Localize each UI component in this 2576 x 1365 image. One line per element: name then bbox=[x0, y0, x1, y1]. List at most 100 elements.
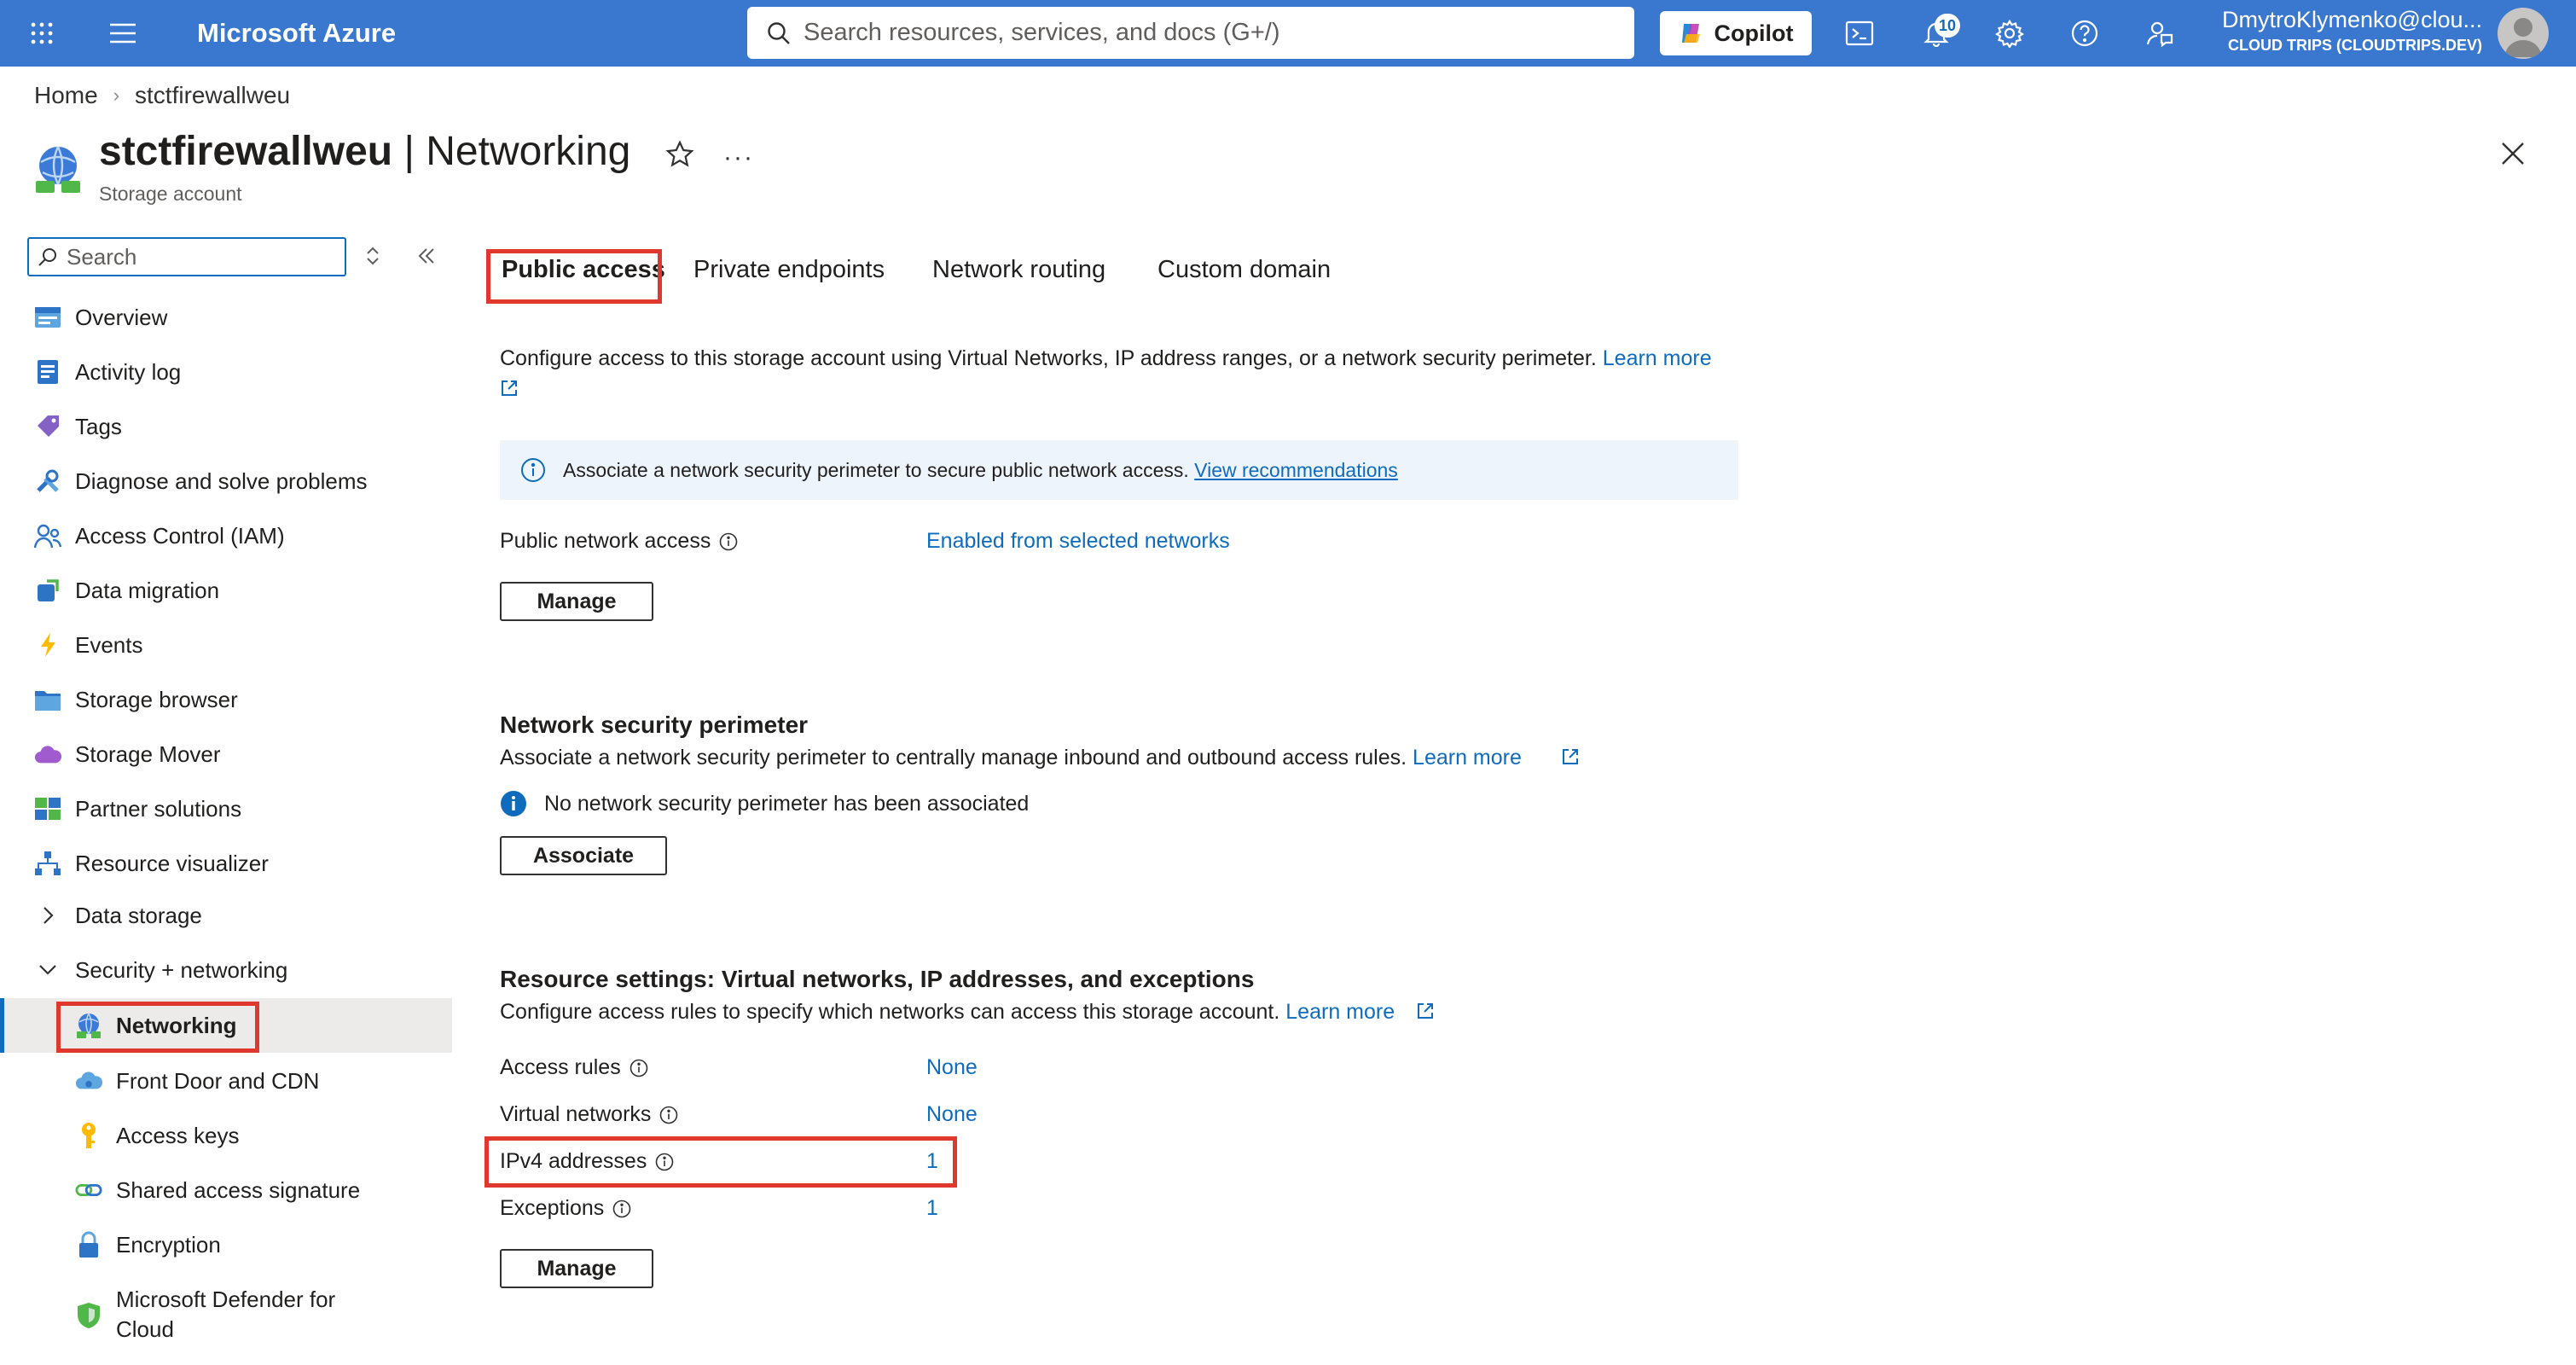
sidebar-item-access-keys[interactable]: Access keys bbox=[0, 1108, 452, 1163]
sidebar-item-label: Partner solutions bbox=[75, 795, 242, 822]
more-options-icon[interactable]: ··· bbox=[723, 143, 754, 172]
sidebar-group-label: Data storage bbox=[75, 902, 202, 928]
tab-public-access[interactable]: Public access bbox=[502, 256, 665, 284]
nsp-learn-more-link[interactable]: Learn more bbox=[1413, 746, 1522, 770]
sidebar-item-iam[interactable]: Access Control (IAM) bbox=[0, 508, 452, 563]
sidebar-search-field[interactable] bbox=[67, 243, 322, 270]
view-recommendations-link[interactable]: View recommendations bbox=[1194, 459, 1398, 481]
sidebar-item-front-door-cdn[interactable]: Front Door and CDN bbox=[0, 1054, 452, 1108]
key-icon bbox=[75, 1122, 102, 1149]
sidebar-item-defender[interactable]: Microsoft Defender for Cloud bbox=[0, 1281, 452, 1350]
sidebar-group-security-networking[interactable]: Security + networking bbox=[0, 943, 452, 997]
page-title: stctfirewallweu | Networking bbox=[99, 128, 630, 175]
resource-type-subtitle: Storage account bbox=[99, 183, 242, 205]
app-launcher-icon[interactable] bbox=[19, 0, 65, 67]
brand-title[interactable]: Microsoft Azure bbox=[197, 0, 396, 67]
sidebar-item-storage-browser[interactable]: Storage browser bbox=[0, 672, 452, 727]
sidebar-item-tags[interactable]: Tags bbox=[0, 399, 452, 454]
manage-public-access-button[interactable]: Manage bbox=[500, 582, 653, 621]
sidebar-item-partner-solutions[interactable]: Partner solutions bbox=[0, 781, 452, 836]
exceptions-value[interactable]: 1 bbox=[926, 1196, 938, 1221]
access-rules-label: Access rules bbox=[500, 1055, 648, 1080]
networking-icon bbox=[75, 1012, 102, 1039]
breadcrumb-current[interactable]: stctfirewallweu bbox=[135, 82, 290, 109]
cloud-shell-icon[interactable] bbox=[1842, 0, 1877, 67]
info-icon[interactable] bbox=[719, 532, 738, 551]
user-tenant: CLOUD TRIPS (CLOUDTRIPS.DEV) bbox=[2227, 37, 2482, 54]
associate-button[interactable]: Associate bbox=[500, 836, 667, 875]
row-label-text: IPv4 addresses bbox=[500, 1149, 647, 1173]
nsp-description: Associate a network security perimeter t… bbox=[500, 746, 1522, 770]
sidebar-item-overview[interactable]: Overview bbox=[0, 290, 452, 345]
hamburger-menu-icon[interactable] bbox=[104, 0, 142, 67]
tab-network-routing[interactable]: Network routing bbox=[932, 256, 1105, 284]
breadcrumb-home[interactable]: Home bbox=[34, 82, 98, 109]
public-network-access-value[interactable]: Enabled from selected networks bbox=[926, 529, 1230, 554]
info-icon[interactable] bbox=[659, 1106, 678, 1124]
manage-resource-settings-button[interactable]: Manage bbox=[500, 1249, 653, 1288]
intro-learn-more-link[interactable]: Learn more bbox=[1603, 346, 1712, 370]
tag-icon bbox=[34, 413, 61, 440]
sidebar-item-label: Access keys bbox=[116, 1122, 240, 1148]
info-circle-icon bbox=[520, 457, 546, 483]
sidebar-item-data-migration[interactable]: Data migration bbox=[0, 563, 452, 618]
banner-message: Associate a network security perimeter t… bbox=[563, 458, 1189, 481]
sidebar-search-input[interactable] bbox=[27, 237, 346, 276]
info-icon[interactable] bbox=[612, 1199, 631, 1218]
tab-custom-domain[interactable]: Custom domain bbox=[1157, 256, 1331, 284]
resource-settings-description: Configure access rules to specify which … bbox=[500, 1000, 1395, 1025]
help-icon[interactable] bbox=[2068, 0, 2102, 67]
tab-private-endpoints[interactable]: Private endpoints bbox=[693, 256, 885, 284]
intro-description: Configure access to this storage account… bbox=[500, 346, 1597, 370]
account-menu[interactable]: DmytroKlymenko@clou... CLOUD TRIPS (CLOU… bbox=[2184, 7, 2482, 55]
people-icon bbox=[34, 522, 61, 549]
sidebar-item-networking[interactable]: Networking bbox=[0, 998, 452, 1053]
sidebar-item-diagnose[interactable]: Diagnose and solve problems bbox=[0, 454, 452, 508]
nsp-status-text: No network security perimeter has been a… bbox=[544, 792, 1030, 816]
info-icon[interactable] bbox=[629, 1059, 648, 1077]
copilot-button[interactable]: Copilot bbox=[1660, 11, 1812, 55]
external-link-icon[interactable] bbox=[1561, 747, 1580, 770]
sidebar-item-label-line2: Cloud bbox=[116, 1316, 174, 1342]
intro-text: Configure access to this storage account… bbox=[500, 346, 1712, 371]
sidebar-item-label: Microsoft Defender for bbox=[116, 1287, 336, 1312]
settings-gear-icon[interactable] bbox=[1993, 0, 2027, 67]
collapse-sidebar-icon[interactable] bbox=[415, 244, 438, 272]
external-link-icon[interactable] bbox=[1416, 1002, 1435, 1025]
sidebar-group-label: Security + networking bbox=[75, 956, 288, 983]
virtual-networks-label: Virtual networks bbox=[500, 1102, 678, 1127]
avatar[interactable] bbox=[2498, 8, 2549, 59]
sidebar-group-data-storage[interactable]: Data storage bbox=[0, 888, 452, 943]
access-rules-value[interactable]: None bbox=[926, 1055, 978, 1080]
feedback-icon[interactable] bbox=[2143, 0, 2177, 67]
close-icon[interactable] bbox=[2499, 140, 2527, 171]
sidebar-item-label: Overview bbox=[75, 304, 168, 330]
info-filled-icon bbox=[500, 790, 527, 822]
sidebar-item-activity-log[interactable]: Activity log bbox=[0, 345, 452, 399]
shield-icon bbox=[75, 1302, 102, 1329]
external-link-icon[interactable] bbox=[500, 379, 519, 402]
sidebar-item-label: Shared access signature bbox=[116, 1176, 361, 1203]
sort-updown-icon[interactable] bbox=[363, 244, 382, 272]
copilot-icon bbox=[1679, 20, 1704, 46]
sidebar-item-shared-access-signature[interactable]: Shared access signature bbox=[0, 1163, 452, 1217]
favorite-star-icon[interactable] bbox=[665, 140, 694, 173]
sidebar-item-events[interactable]: Events bbox=[0, 618, 452, 672]
nsp-recommendation-banner: Associate a network security perimeter t… bbox=[500, 440, 1738, 500]
sidebar-item-label: Events bbox=[75, 631, 143, 658]
global-search-input[interactable]: Search resources, services, and docs (G+… bbox=[747, 7, 1634, 59]
sidebar-item-resource-visualizer[interactable]: Resource visualizer bbox=[0, 836, 452, 891]
sidebar-item-label-multiline: Microsoft Defender for Cloud bbox=[116, 1285, 335, 1345]
info-icon[interactable] bbox=[655, 1153, 674, 1171]
partner-icon bbox=[34, 795, 61, 822]
sidebar-item-label: Access Control (IAM) bbox=[75, 522, 285, 549]
resource-settings-learn-more-link[interactable]: Learn more bbox=[1285, 1000, 1395, 1024]
sidebar-item-label: Networking bbox=[116, 1012, 237, 1038]
ipv4-addresses-value[interactable]: 1 bbox=[926, 1149, 938, 1174]
resource-settings-description-text: Configure access rules to specify which … bbox=[500, 1000, 1280, 1024]
sidebar-item-encryption[interactable]: Encryption bbox=[0, 1217, 452, 1272]
virtual-networks-value[interactable]: None bbox=[926, 1102, 978, 1127]
sidebar-item-label: Activity log bbox=[75, 358, 182, 385]
storage-networking-icon bbox=[32, 143, 84, 195]
sidebar-item-storage-mover[interactable]: Storage Mover bbox=[0, 727, 452, 781]
